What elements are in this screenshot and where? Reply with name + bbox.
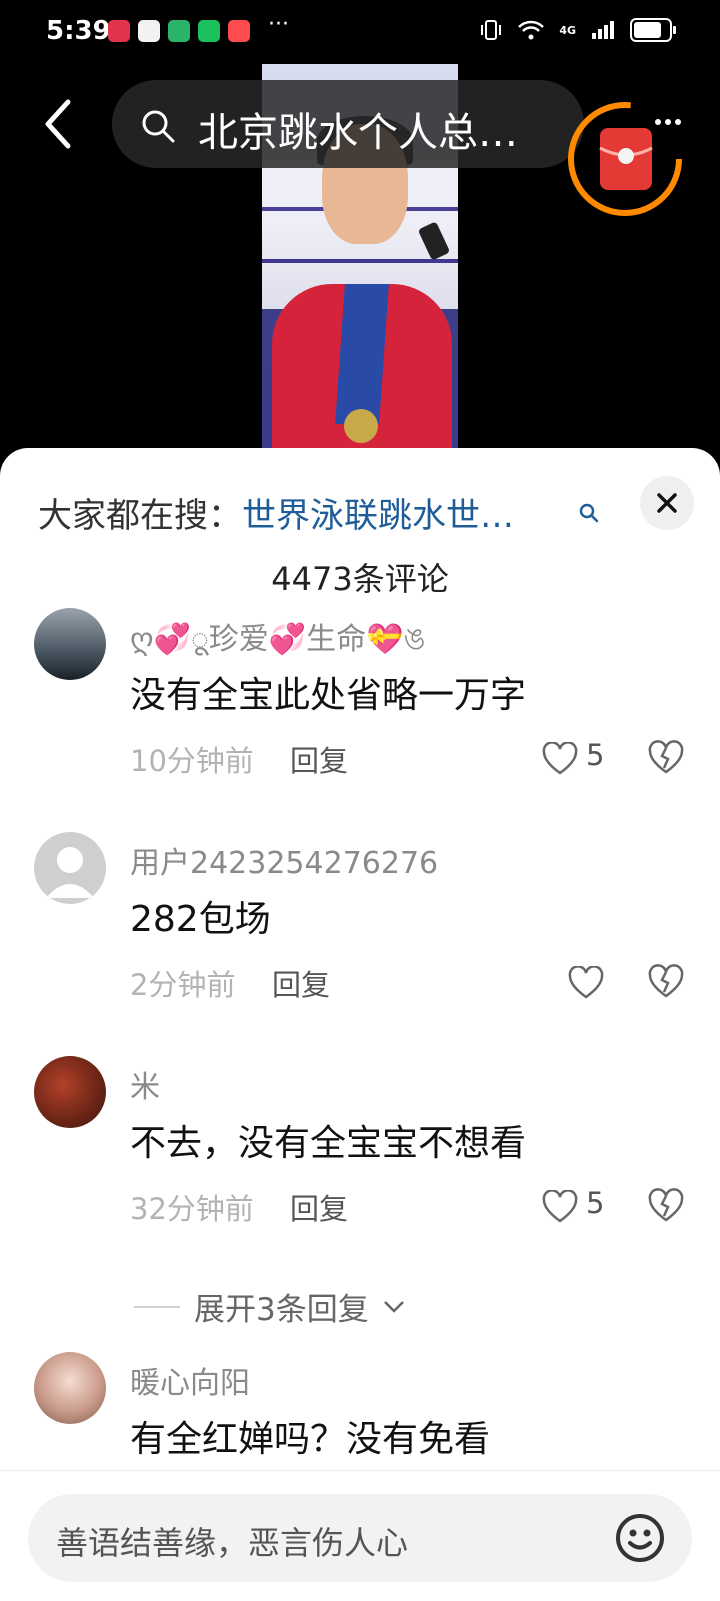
- notification-app-icon: [228, 20, 250, 42]
- default-avatar-icon: [46, 847, 94, 898]
- search-icon: [579, 503, 599, 523]
- comment-username[interactable]: 暖心向阳: [130, 1358, 250, 1402]
- status-right: 4G: [479, 18, 676, 42]
- status-bar: 5:39 ··· 4G: [0, 0, 720, 66]
- avatar[interactable]: [34, 832, 106, 904]
- notification-app-icon: [138, 20, 160, 42]
- signal-icon: [592, 21, 614, 39]
- broken-heart-icon[interactable]: [648, 1188, 684, 1224]
- back-arrow-icon[interactable]: [36, 96, 84, 152]
- comment-text: 有全红婵吗？没有免看: [130, 1419, 491, 1460]
- notification-app-icon: [168, 20, 190, 42]
- like-count: 5: [586, 1186, 605, 1220]
- avatar[interactable]: [34, 1352, 106, 1424]
- comment-time: 10分钟前: [130, 744, 254, 778]
- vibrate-icon: [481, 20, 502, 40]
- search-icon: [142, 110, 175, 143]
- avatar[interactable]: [34, 1056, 106, 1128]
- close-button[interactable]: [640, 476, 694, 530]
- divider: [134, 1305, 180, 1308]
- reply-button[interactable]: 回复: [272, 962, 330, 1004]
- comment-text: 不去，没有全宝宝不想看: [130, 1123, 527, 1164]
- comment-time: 32分钟前: [130, 1192, 254, 1226]
- heart-icon[interactable]: [568, 966, 604, 1000]
- broken-heart-icon[interactable]: [648, 740, 684, 776]
- avatar[interactable]: [34, 608, 106, 680]
- chevron-down-icon: [383, 1300, 404, 1313]
- status-time: 5:39: [46, 16, 111, 46]
- trending-label: 大家都在搜：: [38, 496, 242, 536]
- expand-replies-button[interactable]: 展开3条回复: [134, 1284, 405, 1329]
- broken-heart-icon[interactable]: [648, 964, 684, 1000]
- heart-icon[interactable]: [542, 1190, 578, 1224]
- search-query[interactable]: 北京跳水个人总…: [198, 100, 518, 158]
- network-type: 4G: [559, 23, 576, 37]
- notification-icons: [108, 20, 250, 42]
- comment-input-placeholder[interactable]: 善语结善缘，恶言伤人心: [56, 1518, 408, 1564]
- trending-term[interactable]: 世界泳联跳水世…: [242, 496, 514, 536]
- close-icon: [657, 493, 677, 513]
- comment-time: 2分钟前: [130, 968, 236, 1002]
- comment-username[interactable]: 用户2423254276276: [130, 838, 438, 882]
- notification-app-icon: [108, 20, 130, 42]
- comment-username[interactable]: 米: [130, 1062, 160, 1106]
- like-count: 5: [586, 738, 605, 772]
- wechat-icon: [198, 20, 220, 42]
- trending-search[interactable]: 大家都在搜：世界泳联跳水世…: [38, 488, 514, 537]
- reply-button[interactable]: 回复: [290, 738, 348, 780]
- red-packet-icon[interactable]: [566, 100, 684, 218]
- comment-text: 没有全宝此处省略一万字: [130, 675, 527, 716]
- heart-icon[interactable]: [542, 742, 578, 776]
- wifi-icon: [518, 20, 545, 40]
- battery-icon: [630, 18, 676, 42]
- expand-replies-label: 展开3条回复: [194, 1292, 369, 1328]
- emoji-icon[interactable]: [614, 1512, 666, 1564]
- comment-text: 282包场: [130, 899, 271, 940]
- more-notifications: ···: [268, 12, 289, 37]
- reply-button[interactable]: 回复: [290, 1186, 348, 1228]
- medal: [344, 409, 378, 443]
- comment-username[interactable]: ღ💞ू珍爱💞生命💝ঙ: [130, 614, 425, 666]
- comment-count: 4473条评论: [271, 560, 449, 598]
